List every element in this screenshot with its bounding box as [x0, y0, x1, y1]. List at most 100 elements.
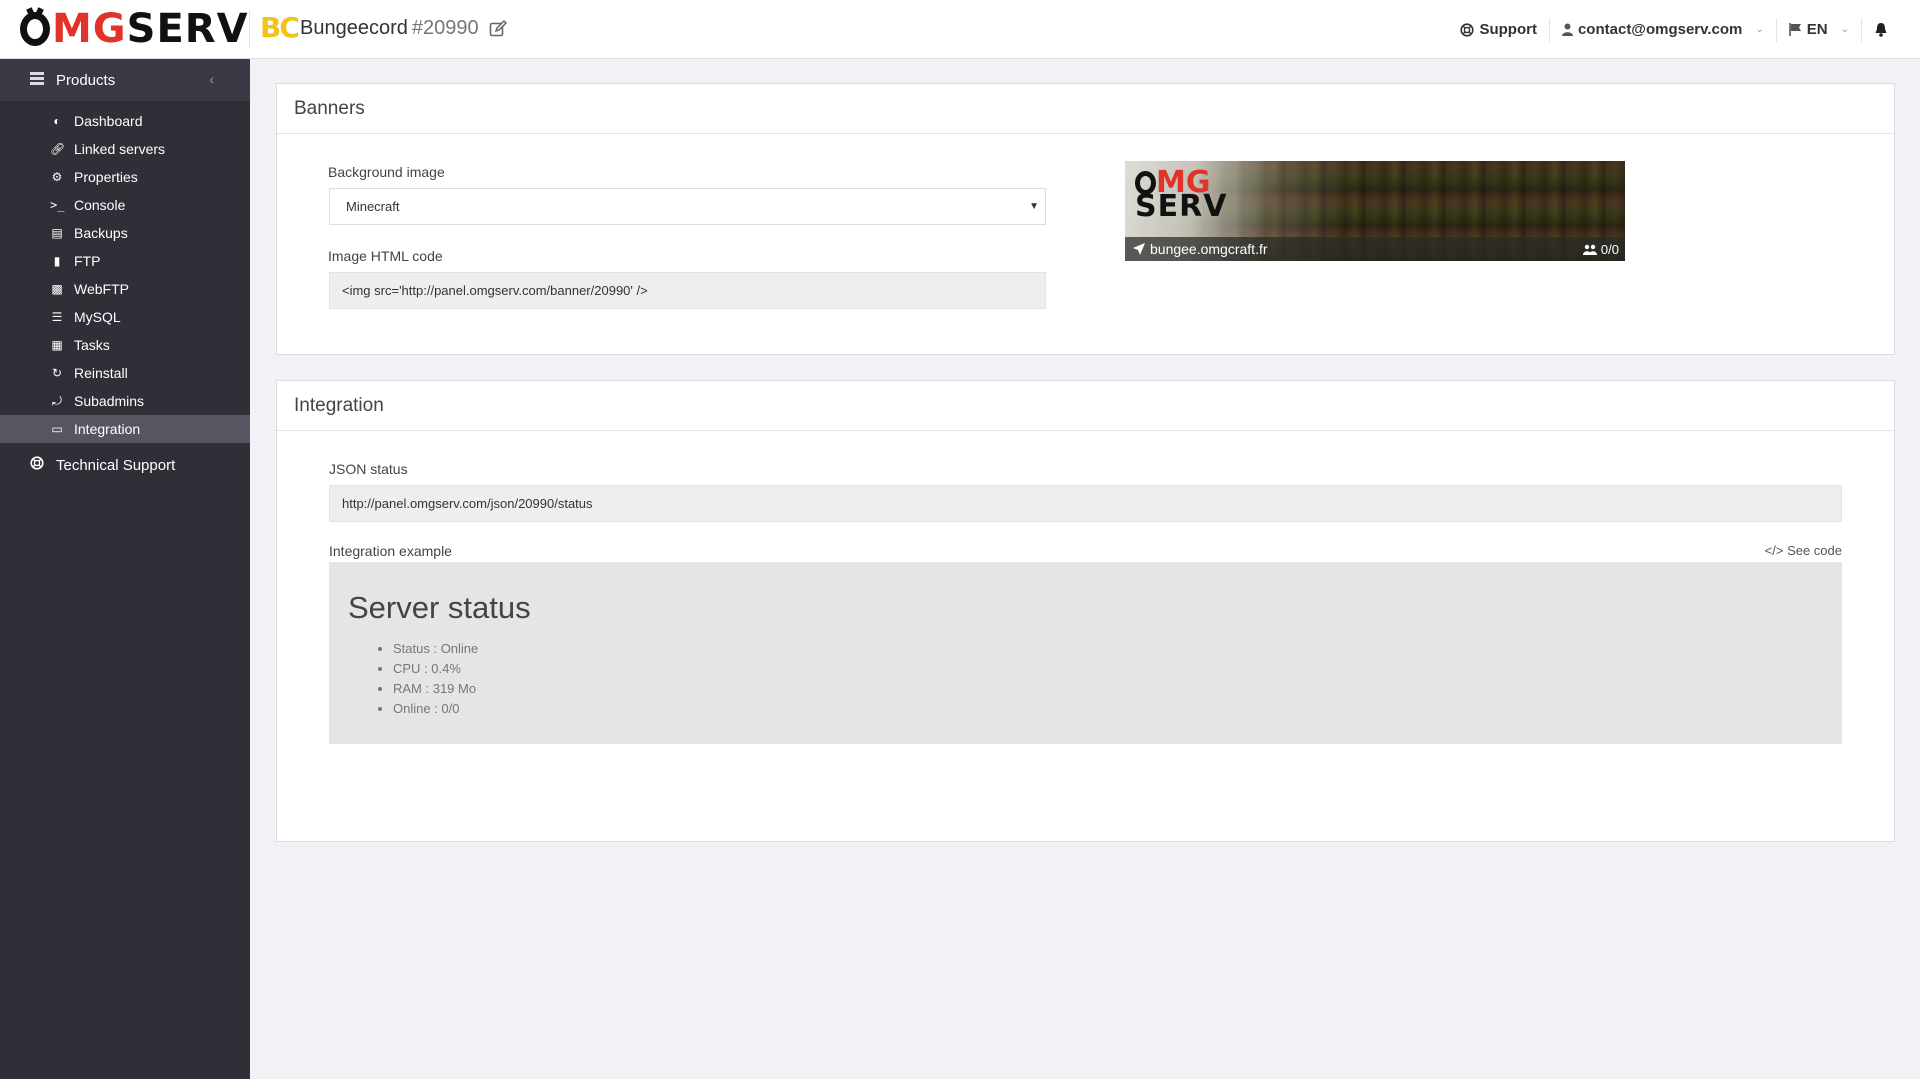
sidebar-item-label: FTP: [74, 253, 101, 269]
logo-mg-text: MG: [52, 6, 127, 52]
banner-server-address: bungee.omgcraft.fr: [1150, 241, 1268, 257]
list-item: Status : Online: [393, 639, 478, 659]
share-icon: ⤾: [52, 393, 62, 408]
calendar-icon: ▦: [51, 338, 63, 352]
integration-example-box: Server status Status : Online CPU : 0.4%…: [329, 562, 1842, 744]
server-id: #20990: [411, 17, 479, 39]
panel-title: Banners: [277, 84, 1894, 134]
sidebar-item-label: Tasks: [74, 337, 110, 353]
gear-icon: ⚙: [51, 170, 63, 184]
folder-icon: ▮: [53, 254, 61, 268]
flag-icon: [1788, 23, 1801, 36]
sidebar-item-tasks[interactable]: ▦ Tasks: [0, 331, 250, 359]
sitemap-icon: ▩: [51, 282, 63, 296]
sidebar-item-backups[interactable]: ▤ Backups: [0, 219, 250, 247]
product-badge: BC: [260, 11, 300, 44]
logo-serv-text: SERV: [126, 6, 249, 52]
sidebar-item-label: Reinstall: [74, 365, 128, 381]
see-code-label: See code: [1787, 543, 1842, 558]
server-name: Bungeecord: [300, 17, 408, 39]
omgserv-logo[interactable]: MG SERV: [20, 6, 249, 52]
support-link[interactable]: Support: [1448, 0, 1549, 59]
chevron-left-icon[interactable]: ‹: [209, 71, 214, 87]
sidebar-item-label: Dashboard: [74, 113, 143, 129]
sidebar-menu: ◐ Dashboard 🔗︎ Linked servers ⚙ Properti…: [0, 101, 250, 443]
header-divider: [249, 10, 250, 48]
see-code-link[interactable]: </> See code: [1765, 543, 1842, 558]
code-icon: </>: [1764, 543, 1784, 558]
sidebar-item-label: WebFTP: [74, 281, 129, 297]
top-bar: MG SERV BC Bungeecord #20990 Support con…: [0, 0, 1920, 59]
header-actions: Support contact@omgserv.com ⌄ EN ⌄: [1448, 0, 1900, 59]
sidebar-item-label: Integration: [74, 421, 141, 437]
chevron-down-icon: ⌄: [1840, 24, 1849, 35]
sidebar-item-reinstall[interactable]: ↻ Reinstall: [0, 359, 250, 387]
list-item: CPU : 0.4%: [393, 659, 478, 679]
server-title: Bungeecord #20990: [300, 17, 507, 40]
sidebar-item-label: MySQL: [74, 309, 121, 325]
image-html-code-value: <img src='http://panel.omgserv.com/banne…: [342, 283, 648, 298]
image-html-code-field[interactable]: <img src='http://panel.omgserv.com/banne…: [329, 272, 1046, 309]
sidebar-item-label: Properties: [74, 169, 138, 185]
banners-panel: Banners Background image Minecraft ▼ Ima…: [276, 83, 1895, 355]
dashboard-icon: ◐: [53, 114, 61, 128]
support-label: Support: [1479, 21, 1537, 38]
account-menu[interactable]: contact@omgserv.com ⌄: [1550, 0, 1776, 59]
sidebar-item-technical-support[interactable]: Technical Support: [0, 447, 250, 483]
link-icon: 🔗︎: [50, 142, 66, 156]
image-html-code-label: Image HTML code: [328, 248, 443, 264]
sidebar-item-console[interactable]: >_ Console: [0, 191, 250, 219]
logo-o-icon: [20, 12, 50, 46]
language-label: EN: [1806, 21, 1828, 38]
json-status-field[interactable]: http://panel.omgserv.com/json/20990/stat…: [329, 485, 1842, 522]
sidebar-item-linked-servers[interactable]: 🔗︎ Linked servers: [0, 135, 250, 163]
sidebar-item-label: Backups: [74, 225, 128, 241]
sidebar-section-label: Products: [56, 71, 116, 89]
integration-example-label: Integration example: [329, 543, 452, 559]
sidebar-item-dashboard[interactable]: ◐ Dashboard: [0, 107, 250, 135]
sidebar-item-properties[interactable]: ⚙ Properties: [0, 163, 250, 191]
notifications-button[interactable]: [1862, 0, 1900, 59]
example-title: Server status: [348, 590, 531, 625]
integration-panel: Integration JSON status http://panel.omg…: [276, 380, 1895, 842]
list-item: Online : 0/0: [393, 699, 478, 719]
technical-support-label: Technical Support: [56, 456, 176, 474]
example-status-list: Status : Online CPU : 0.4% RAM : 319 Mo …: [393, 639, 478, 719]
banner-info-bar: bungee.omgcraft.fr 0/0: [1125, 237, 1625, 261]
life-ring-icon: [30, 456, 44, 474]
sidebar-item-mysql[interactable]: ☰ MySQL: [0, 303, 250, 331]
background-image-label: Background image: [328, 164, 445, 180]
banner-logo: MG SERV: [1135, 168, 1228, 224]
sidebar-item-label: Console: [74, 197, 126, 213]
location-arrow-icon: [1133, 243, 1145, 255]
list-item: RAM : 319 Mo: [393, 679, 478, 699]
account-email: contact@omgserv.com: [1577, 21, 1743, 38]
banner-logo-serv: SERV: [1135, 189, 1228, 224]
desktop-icon: ▭: [51, 422, 63, 436]
panel-title: Integration: [277, 381, 1894, 431]
language-menu[interactable]: EN ⌄: [1777, 0, 1861, 59]
bell-icon: [1875, 23, 1887, 37]
banner-players-value: 0/0: [1600, 241, 1619, 257]
sidebar: Products ‹ ◐ Dashboard 🔗︎ Linked servers…: [0, 59, 250, 1079]
save-icon: ▤: [51, 226, 63, 240]
sidebar-item-ftp[interactable]: ▮ FTP: [0, 247, 250, 275]
database-icon: ☰: [51, 310, 63, 324]
sidebar-item-webftp[interactable]: ▩ WebFTP: [0, 275, 250, 303]
background-image-value: Minecraft: [346, 199, 400, 214]
user-icon: [1561, 23, 1573, 36]
edit-icon[interactable]: [489, 19, 507, 38]
caret-down-icon: ▼: [1029, 201, 1039, 212]
chevron-down-icon: ⌄: [1755, 24, 1764, 35]
json-status-value: http://panel.omgserv.com/json/20990/stat…: [342, 496, 593, 511]
terminal-icon: >_: [50, 198, 65, 212]
refresh-icon: ↻: [51, 366, 63, 380]
background-image-select[interactable]: Minecraft ▼: [329, 188, 1046, 225]
sidebar-item-subadmins[interactable]: ⤾ Subadmins: [0, 387, 250, 415]
users-icon: [1582, 244, 1597, 255]
banner-player-count: 0/0: [1582, 241, 1619, 257]
sidebar-item-integration[interactable]: ▭ Integration: [0, 415, 250, 443]
server-list-icon: [30, 71, 44, 89]
life-ring-icon: [1460, 22, 1475, 37]
sidebar-section-products[interactable]: Products ‹: [0, 59, 250, 101]
